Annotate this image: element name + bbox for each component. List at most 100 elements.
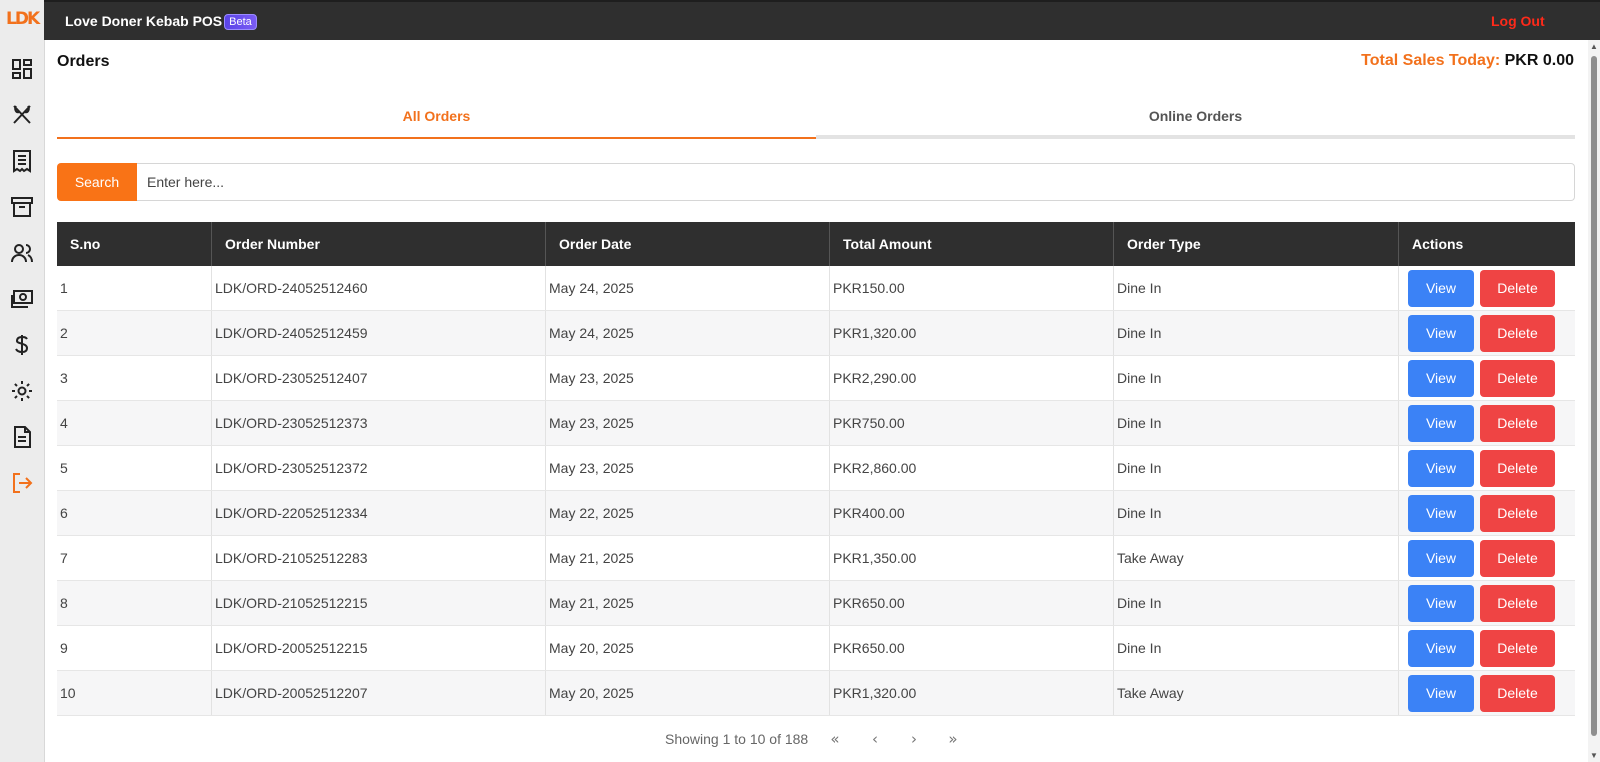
logout-icon[interactable] xyxy=(10,471,34,495)
tab-online-orders[interactable]: Online Orders xyxy=(816,93,1575,139)
cell-order-type: Dine In xyxy=(1113,310,1399,356)
view-button[interactable]: View xyxy=(1408,404,1474,442)
delete-button[interactable]: Delete xyxy=(1480,584,1555,622)
gear-icon[interactable] xyxy=(10,379,34,403)
cell-order-type: Dine In xyxy=(1113,355,1399,401)
search-input[interactable] xyxy=(137,163,1575,201)
utensils-icon[interactable] xyxy=(10,103,34,127)
cell-actions: View Delete xyxy=(1398,535,1575,581)
pagination-info: Showing 1 to 10 of 188 xyxy=(665,731,809,747)
cell-order-date: May 22, 2025 xyxy=(545,490,830,536)
table-row: 7 LDK/ORD-21052512283 May 21, 2025 PKR1,350… xyxy=(57,535,1575,581)
cell-order-date: May 23, 2025 xyxy=(545,445,830,491)
cell-sno: 4 xyxy=(57,400,212,446)
scroll-down-arrow-icon[interactable]: ▼ xyxy=(1590,751,1598,760)
delete-button[interactable]: Delete xyxy=(1480,674,1555,712)
table-row: 10 LDK/ORD-20052512207 May 20, 2025 PKR1,32… xyxy=(57,670,1575,716)
cell-total-amount: PKR650.00 xyxy=(829,580,1114,626)
order-tabs: All Orders Online Orders xyxy=(57,93,1575,139)
cell-sno: 3 xyxy=(57,355,212,401)
header-order-number: Order Number xyxy=(211,222,546,266)
cell-total-amount: PKR2,860.00 xyxy=(829,445,1114,491)
cell-actions: View Delete xyxy=(1398,580,1575,626)
prev-page-button[interactable]: ‹ xyxy=(865,729,885,749)
total-sales: Total Sales Today: PKR 0.00 xyxy=(1361,52,1574,70)
next-page-button[interactable]: › xyxy=(904,729,924,749)
view-button[interactable]: View xyxy=(1408,539,1474,577)
tab-all-orders[interactable]: All Orders xyxy=(57,93,816,139)
orders-table: S.no Order Number Order Date Total Amoun… xyxy=(57,222,1575,716)
cell-total-amount: PKR400.00 xyxy=(829,490,1114,536)
cell-total-amount: PKR750.00 xyxy=(829,400,1114,446)
delete-button[interactable]: Delete xyxy=(1480,359,1555,397)
cell-order-date: May 23, 2025 xyxy=(545,355,830,401)
cell-order-date: May 24, 2025 xyxy=(545,310,830,356)
money-icon[interactable] xyxy=(10,287,34,311)
scroll-up-arrow-icon[interactable]: ▲ xyxy=(1590,42,1598,51)
app-logo: LDK xyxy=(6,9,40,29)
view-button[interactable]: View xyxy=(1408,629,1474,667)
cell-total-amount: PKR1,350.00 xyxy=(829,535,1114,581)
delete-button[interactable]: Delete xyxy=(1480,629,1555,667)
view-button[interactable]: View xyxy=(1408,269,1474,307)
delete-button[interactable]: Delete xyxy=(1480,539,1555,577)
receipt-icon[interactable] xyxy=(10,149,34,173)
cell-order-type: Take Away xyxy=(1113,670,1399,716)
delete-button[interactable]: Delete xyxy=(1480,314,1555,352)
view-button[interactable]: View xyxy=(1408,314,1474,352)
cell-actions: View Delete xyxy=(1398,355,1575,401)
cell-order-number: LDK/ORD-21052512283 xyxy=(211,535,546,581)
delete-button[interactable]: Delete xyxy=(1480,269,1555,307)
cell-order-number: LDK/ORD-24052512460 xyxy=(211,266,546,311)
beta-badge: Beta xyxy=(224,14,257,30)
cell-order-date: May 20, 2025 xyxy=(545,670,830,716)
dashboard-icon[interactable] xyxy=(10,57,34,81)
table-row: 8 LDK/ORD-21052512215 May 21, 2025 PKR650.0… xyxy=(57,580,1575,626)
cell-order-number: LDK/ORD-23052512372 xyxy=(211,445,546,491)
search-button[interactable]: Search xyxy=(57,163,137,201)
users-icon[interactable] xyxy=(10,241,34,265)
view-button[interactable]: View xyxy=(1408,674,1474,712)
delete-button[interactable]: Delete xyxy=(1480,449,1555,487)
view-button[interactable]: View xyxy=(1408,449,1474,487)
view-button[interactable]: View xyxy=(1408,584,1474,622)
last-page-button[interactable]: » xyxy=(943,729,963,749)
cell-order-type: Dine In xyxy=(1113,625,1399,671)
search-bar: Search xyxy=(57,163,1575,201)
page-scrollbar[interactable]: ▲ ▼ xyxy=(1588,40,1600,762)
cell-total-amount: PKR2,290.00 xyxy=(829,355,1114,401)
table-row: 9 LDK/ORD-20052512215 May 20, 2025 PKR650.0… xyxy=(57,625,1575,671)
scrollbar-thumb[interactable] xyxy=(1591,56,1597,736)
table-row: 5 LDK/ORD-23052512372 May 23, 2025 PKR2,860… xyxy=(57,445,1575,491)
header-total-amount: Total Amount xyxy=(829,222,1114,266)
view-button[interactable]: View xyxy=(1408,359,1474,397)
total-sales-label: Total Sales Today: xyxy=(1361,52,1501,69)
cell-order-date: May 21, 2025 xyxy=(545,580,830,626)
cell-order-type: Dine In xyxy=(1113,580,1399,626)
orders-table-body: 1 LDK/ORD-24052512460 May 24, 2025 PKR150.0… xyxy=(57,266,1575,716)
cell-order-date: May 23, 2025 xyxy=(545,400,830,446)
view-button[interactable]: View xyxy=(1408,494,1474,532)
first-page-button[interactable]: « xyxy=(825,729,845,749)
cell-order-date: May 20, 2025 xyxy=(545,625,830,671)
cell-total-amount: PKR150.00 xyxy=(829,266,1114,311)
cell-order-number: LDK/ORD-23052512373 xyxy=(211,400,546,446)
dollar-icon[interactable] xyxy=(10,333,34,357)
cell-actions: View Delete xyxy=(1398,490,1575,536)
cell-sno: 2 xyxy=(57,310,212,356)
top-bar: Love Doner Kebab POS Beta Log Out xyxy=(44,0,1600,40)
cell-actions: View Delete xyxy=(1398,625,1575,671)
archive-icon[interactable] xyxy=(10,195,34,219)
delete-button[interactable]: Delete xyxy=(1480,404,1555,442)
cell-actions: View Delete xyxy=(1398,400,1575,446)
cell-order-date: May 21, 2025 xyxy=(545,535,830,581)
app-title-text: Love Doner Kebab POS xyxy=(65,13,223,29)
delete-button[interactable]: Delete xyxy=(1480,494,1555,532)
cell-order-type: Take Away xyxy=(1113,535,1399,581)
document-icon[interactable] xyxy=(10,425,34,449)
logout-button[interactable]: Log Out xyxy=(1491,13,1545,29)
cell-sno: 1 xyxy=(57,266,212,311)
cell-actions: View Delete xyxy=(1398,310,1575,356)
cell-sno: 9 xyxy=(57,625,212,671)
cell-actions: View Delete xyxy=(1398,670,1575,716)
